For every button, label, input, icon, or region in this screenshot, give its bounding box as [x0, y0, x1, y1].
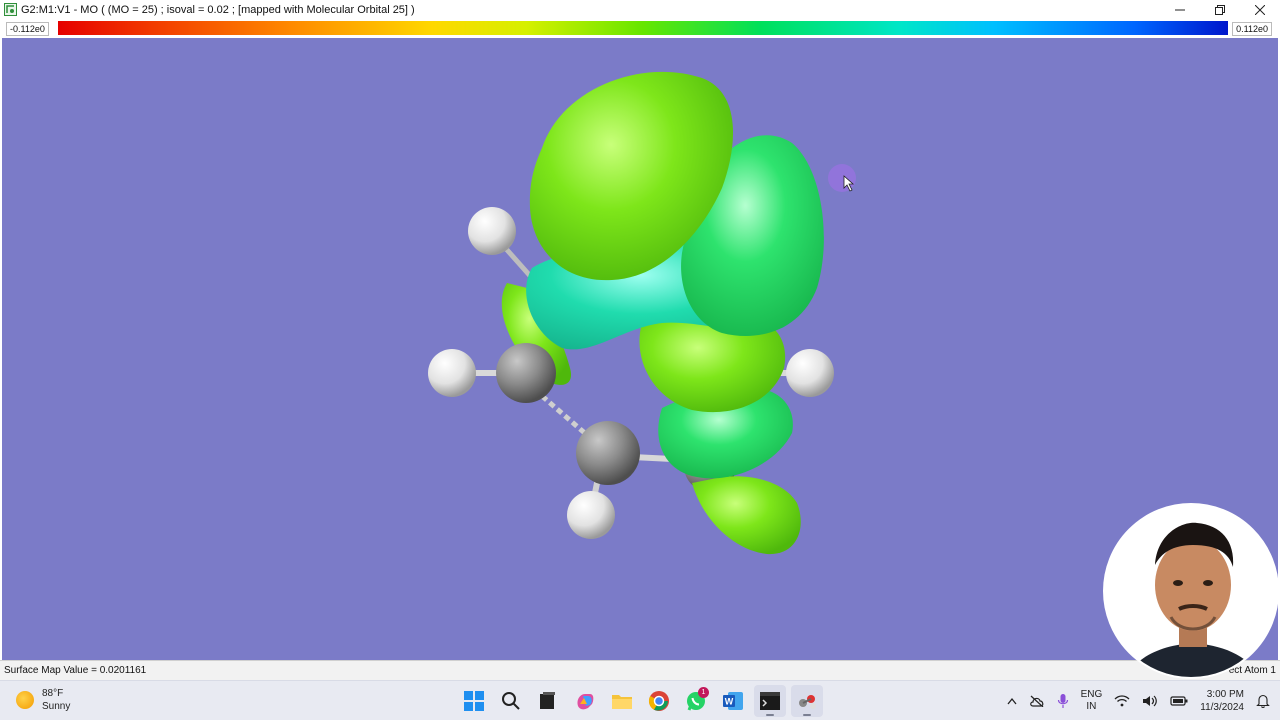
terminal-icon [540, 692, 555, 709]
hydrogen-atom-1 [468, 207, 516, 255]
scale-min-label: -0.112e0 [6, 22, 49, 36]
battery-button[interactable] [1170, 695, 1188, 707]
svg-text:W: W [725, 697, 734, 707]
search-icon [502, 692, 520, 710]
close-icon [1255, 4, 1265, 15]
language-line2: IN [1086, 701, 1097, 712]
language-line1: ENG [1080, 689, 1103, 700]
microphone-icon [1057, 694, 1068, 708]
molecule-viewport[interactable] [2, 38, 1278, 660]
console-icon [760, 692, 780, 710]
copilot-button[interactable] [569, 685, 601, 717]
weather-temp: 88°F [42, 688, 64, 699]
chevron-up-icon [1007, 697, 1017, 705]
window-title: G2:M1:V1 - MO ( (MO = 25) ; isoval = 0.0… [21, 3, 415, 16]
clock[interactable]: 3:00 PM 11/3/2024 [1200, 688, 1244, 714]
clock-time: 3:00 PM [1206, 689, 1244, 700]
color-gradient [58, 21, 1228, 35]
cloud-off-icon [1029, 695, 1043, 707]
carbon-atom-1 [496, 343, 556, 403]
chrome-icon [648, 691, 669, 711]
sun-icon [16, 691, 34, 709]
color-scale-bar: -0.112e0 0.112e0 [0, 19, 1280, 38]
surface-map-value: Surface Map Value = 0.0201161 [4, 665, 147, 676]
network-button[interactable] [1114, 695, 1130, 707]
wifi-icon [1114, 695, 1130, 707]
scale-max-label: 0.112e0 [1232, 22, 1272, 36]
word-icon: W [723, 692, 743, 710]
hydrogen-atom-3 [567, 491, 615, 539]
gaussview-console-button[interactable] [754, 685, 786, 717]
clock-date: 11/3/2024 [1200, 702, 1244, 713]
restore-icon [1215, 4, 1225, 15]
gaussview-icon [799, 695, 816, 709]
language-indicator[interactable]: ENG IN [1081, 689, 1103, 713]
bell-icon [1256, 694, 1270, 708]
chrome-button[interactable] [643, 685, 675, 717]
restore-button[interactable] [1200, 0, 1240, 19]
close-button[interactable] [1240, 0, 1280, 19]
carbon-atom-2 [576, 421, 640, 485]
gaussview-app-icon [4, 3, 17, 16]
start-button[interactable] [458, 685, 490, 717]
onedrive-button[interactable] [1029, 695, 1045, 707]
copilot-icon [577, 694, 594, 710]
mouse-cursor [828, 164, 856, 192]
whatsapp-button[interactable]: 1 [680, 685, 712, 717]
microphone-button[interactable] [1057, 693, 1069, 709]
hydrogen-atom-2 [428, 349, 476, 397]
minimize-icon [1175, 9, 1185, 10]
speaker-icon [1143, 695, 1158, 707]
show-hidden-icons-button[interactable] [1007, 697, 1017, 705]
task-view-button[interactable] [532, 685, 564, 717]
start-icon [464, 691, 484, 711]
minimize-button[interactable] [1160, 0, 1200, 19]
presenter-webcam [1103, 503, 1279, 679]
weather-widget[interactable]: 88°F Sunny [16, 687, 70, 713]
hydrogen-atom-4 [786, 349, 834, 397]
taskbar-apps: 1 W [458, 685, 828, 717]
folder-icon [612, 695, 632, 709]
molecule-render [428, 71, 856, 555]
whatsapp-notification-badge: 1 [698, 687, 709, 698]
gaussview-button[interactable] [791, 685, 823, 717]
windows-taskbar: 88°F Sunny 1 W ENG IN 3:00 PM 11/3/2024 [0, 680, 1280, 720]
battery-icon [1170, 696, 1188, 706]
status-bar: Surface Map Value = 0.0201161 ect Atom 1 [0, 660, 1280, 680]
weather-condition: Sunny [42, 701, 71, 712]
orbital-lobe-bottom [692, 476, 801, 555]
search-button[interactable] [495, 685, 527, 717]
system-tray: ENG IN 3:00 PM 11/3/2024 [995, 685, 1270, 717]
notifications-button[interactable] [1256, 694, 1270, 708]
volume-button[interactable] [1142, 695, 1158, 707]
title-bar: G2:M1:V1 - MO ( (MO = 25) ; isoval = 0.0… [0, 0, 1280, 19]
word-button[interactable]: W [717, 685, 749, 717]
file-explorer-button[interactable] [606, 685, 638, 717]
